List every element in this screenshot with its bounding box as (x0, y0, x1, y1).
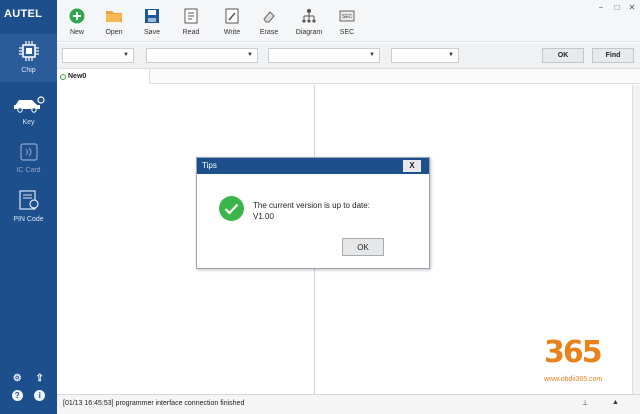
dropdown-arrow-icon: ▼ (369, 52, 375, 58)
sidebar-item-key[interactable]: Key (0, 88, 57, 136)
chip-icon (18, 40, 40, 64)
dialog-message-line1: The current version is up to date: (253, 201, 370, 210)
maximize-button[interactable]: □ (611, 3, 623, 13)
sidebar-item-chip[interactable]: Chip (0, 34, 57, 82)
read-button[interactable]: Read (171, 8, 211, 36)
filter-select-3[interactable]: ▼ (268, 48, 380, 63)
ic-card-icon (18, 142, 40, 164)
sec-chip-icon: SEC (339, 8, 355, 26)
dropdown-arrow-icon: ▼ (247, 52, 253, 58)
dropdown-arrow-icon: ▼ (123, 52, 129, 58)
brand-logo: AUTEL (4, 8, 43, 20)
sidebar: AUTEL Chip Key IC Card PIN Code ⚙ ⇪ ? i (0, 0, 57, 414)
watermark-url: www.obdii365.com (544, 376, 603, 383)
watermark: 365 www.obdii365.com (540, 325, 630, 390)
status-bar: [01/13 16:45:53] programmer interface co… (57, 394, 640, 414)
help-icon[interactable]: ? (11, 390, 23, 401)
minimize-button[interactable]: − (595, 3, 607, 13)
filter-ok-button[interactable]: OK (542, 48, 584, 63)
dropdown-arrow-icon: ▼ (448, 52, 454, 58)
collapse-up-icon[interactable]: ▲ (612, 399, 619, 406)
erase-label: Erase (259, 29, 279, 36)
dialog-title: Tips (197, 158, 429, 174)
tab-bar: New0 (57, 69, 640, 84)
open-label: Open (105, 29, 123, 36)
tips-dialog: Tips X The current version is up to date… (196, 157, 430, 269)
diagram-label: Diagram (295, 29, 323, 36)
dialog-ok-button[interactable]: OK (342, 238, 384, 256)
dialog-message: The current version is up to date: V1.00 (253, 200, 370, 222)
save-label: Save (144, 29, 160, 36)
erase-button[interactable]: Erase (249, 8, 289, 36)
read-label: Read (182, 29, 200, 36)
tab-new0[interactable]: New0 (57, 69, 150, 84)
eraser-icon (261, 8, 277, 26)
tab-label: New0 (68, 73, 87, 80)
sec-label: SEC (339, 29, 355, 36)
sidebar-item-label: PIN Code (13, 216, 44, 223)
folder-icon (105, 8, 123, 26)
upload-icon[interactable]: ⇪ (34, 373, 45, 384)
sidebar-item-label: IC Card (16, 167, 41, 174)
find-button[interactable]: Find (592, 48, 634, 63)
vertical-scrollbar[interactable] (632, 85, 640, 394)
write-pencil-icon (224, 8, 240, 26)
sidebar-item-label: Key (22, 119, 35, 126)
dialog-version: V1.00 (253, 212, 274, 221)
plus-circle-icon (69, 8, 85, 26)
sidebar-item-label: Chip (21, 67, 36, 74)
pin-code-icon (17, 189, 41, 213)
filter-select-2[interactable]: ▼ (146, 48, 258, 63)
scroll-end-icon[interactable]: ⊥ (582, 399, 588, 407)
save-button[interactable]: Save (132, 8, 172, 36)
new-label: New (69, 29, 84, 36)
car-key-icon (12, 94, 46, 116)
status-dot-icon (60, 73, 66, 80)
gear-icon[interactable]: ⚙ (12, 373, 23, 384)
write-button[interactable]: Write (212, 8, 252, 36)
check-circle-icon (219, 196, 244, 221)
filter-select-4[interactable]: ▼ (391, 48, 459, 63)
diagram-button[interactable]: Diagram (289, 8, 329, 36)
watermark-number: 365 (544, 335, 603, 370)
info-icon[interactable]: i (34, 390, 46, 401)
close-window-button[interactable]: ✕ (626, 3, 638, 13)
status-text: [01/13 16:45:53] programmer interface co… (63, 400, 245, 407)
filter-select-1[interactable]: ▼ (62, 48, 134, 63)
sidebar-bottom-row-1: ⚙ ⇪ (0, 373, 57, 384)
dialog-close-button[interactable]: X (403, 160, 421, 172)
sidebar-bottom-row-2: ? i (0, 390, 57, 401)
filter-bar: ▼ ▼ ▼ ▼ OK Find (57, 43, 640, 69)
read-document-icon (183, 8, 199, 26)
open-button[interactable]: Open (94, 8, 134, 36)
svg-text:SEC: SEC (342, 14, 353, 20)
sidebar-item-pin-code[interactable]: PIN Code (0, 183, 57, 231)
write-label: Write (223, 29, 241, 36)
sec-button[interactable]: SEC SEC (327, 8, 367, 36)
floppy-icon (144, 8, 160, 26)
tree-diagram-icon (301, 8, 317, 26)
sidebar-item-ic-card[interactable]: IC Card (0, 136, 57, 184)
toolbar: New Open Save Read Write Erase Diagram S… (57, 0, 640, 42)
new-button[interactable]: New (57, 8, 97, 36)
